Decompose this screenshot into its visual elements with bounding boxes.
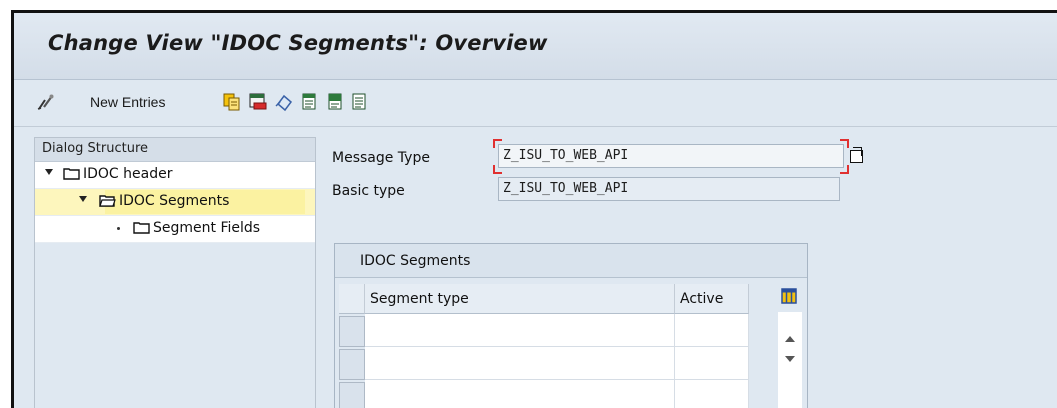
select-all-icon[interactable]: [300, 92, 320, 112]
required-marker: [840, 139, 849, 148]
tree-node-label: IDOC header: [83, 166, 173, 182]
segment-type-cell[interactable]: [365, 314, 675, 347]
copy-icon[interactable]: [222, 92, 242, 112]
open-folder-icon: [99, 195, 116, 207]
sap-window: Change View "IDOC Segments": Overview Ne…: [11, 10, 1057, 408]
tree-node-idoc-header[interactable]: IDOC header: [35, 162, 315, 189]
segment-type-cell[interactable]: [365, 380, 675, 408]
active-cell[interactable]: [675, 347, 749, 380]
table-settings-icon[interactable]: [781, 288, 797, 304]
column-header-segment-type[interactable]: Segment type: [365, 284, 675, 314]
new-entries-button[interactable]: New Entries: [90, 94, 165, 110]
segment-type-cell[interactable]: [365, 347, 675, 380]
undo-icon[interactable]: [274, 92, 294, 112]
application-toolbar: New Entries: [14, 80, 1057, 127]
vertical-scrollbar[interactable]: [778, 312, 802, 408]
tree-node-label: IDOC Segments: [119, 193, 230, 209]
delete-icon[interactable]: [248, 92, 268, 112]
dialog-structure-header: Dialog Structure: [35, 138, 315, 162]
required-marker: [493, 165, 502, 174]
expand-arrow-icon[interactable]: [45, 169, 53, 175]
folder-icon: [133, 222, 150, 234]
required-marker: [840, 165, 849, 174]
tree-node-label: Segment Fields: [153, 220, 261, 236]
leaf-bullet-icon: [117, 227, 120, 230]
page-title: Change View "IDOC Segments": Overview: [48, 31, 548, 55]
scroll-down-icon[interactable]: [785, 356, 795, 362]
basic-type-field: Z_ISU_TO_WEB_API: [498, 177, 840, 201]
idoc-segments-table: IDOC Segments Segment type Active: [334, 243, 808, 408]
select-all-rows-header[interactable]: [339, 284, 365, 314]
required-marker: [493, 139, 502, 148]
basic-type-label: Basic type: [332, 183, 405, 199]
value-help-icon[interactable]: [850, 147, 863, 163]
active-cell[interactable]: [675, 380, 749, 408]
tree-node-idoc-segments[interactable]: IDOC Segments: [35, 189, 315, 216]
deselect-all-icon[interactable]: [350, 92, 370, 112]
expand-arrow-icon[interactable]: [79, 196, 87, 202]
row-selector[interactable]: [339, 316, 365, 347]
column-header-active[interactable]: Active: [675, 284, 749, 314]
dialog-structure-pane: Dialog Structure IDOC header IDOC Segmen…: [34, 137, 316, 408]
title-bar: Change View "IDOC Segments": Overview: [14, 13, 1057, 80]
message-type-label: Message Type: [332, 150, 430, 166]
row-selector[interactable]: [339, 382, 365, 408]
scroll-up-icon[interactable]: [785, 336, 795, 342]
active-cell[interactable]: [675, 314, 749, 347]
display-change-icon[interactable]: [36, 92, 56, 112]
table-title: IDOC Segments: [335, 244, 807, 278]
folder-icon: [63, 168, 80, 180]
tree-node-segment-fields[interactable]: Segment Fields: [35, 216, 315, 243]
row-selector[interactable]: [339, 349, 365, 380]
select-block-icon[interactable]: [326, 92, 346, 112]
message-type-field[interactable]: Z_ISU_TO_WEB_API: [498, 144, 844, 168]
